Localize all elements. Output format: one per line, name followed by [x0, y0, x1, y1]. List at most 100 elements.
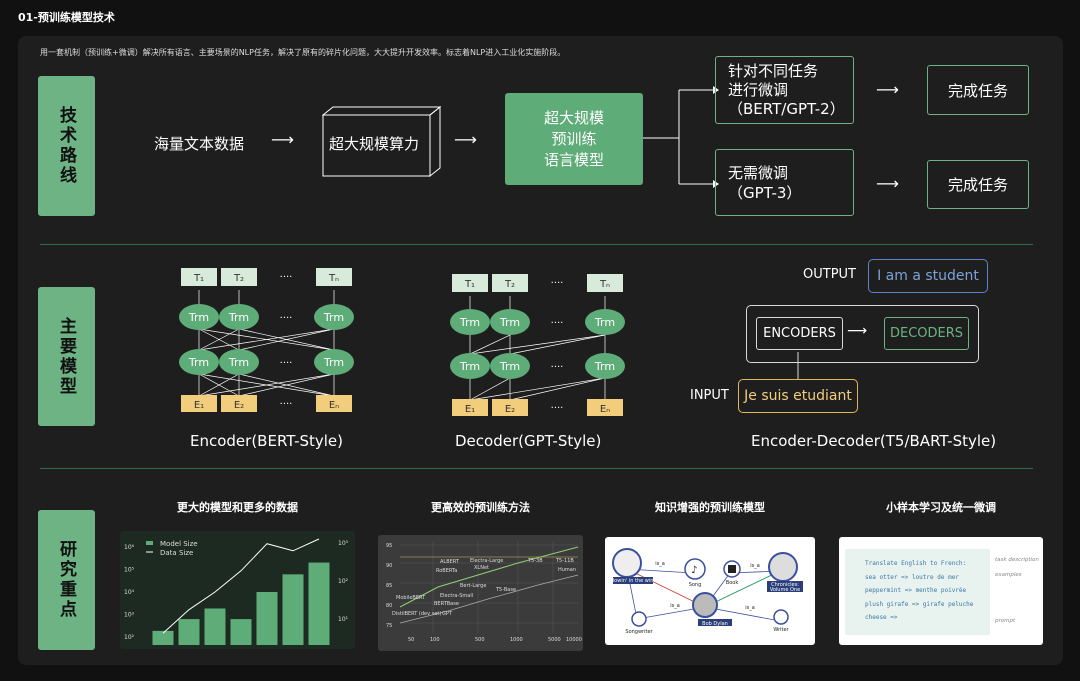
section-tab-research-focus: 研究重点 [38, 510, 95, 650]
svg-text:E₁: E₁ [194, 400, 204, 411]
route-arrow-4: ⟶ [876, 174, 899, 193]
svg-text:ALBERT: ALBERT [440, 559, 460, 565]
chart-y-tick: 10³ [124, 612, 135, 619]
svg-text:····: ···· [280, 399, 293, 410]
no-finetune-box: 无需微调 （GPT-3） [715, 149, 854, 216]
svg-text:5000: 5000 [548, 637, 561, 643]
svg-text:Trm: Trm [459, 360, 480, 373]
input-connector [797, 352, 799, 380]
svg-text:Trm: Trm [323, 356, 344, 369]
encdec-arrow: ⟶ [847, 323, 868, 339]
svg-text:Bert-Large: Bert-Large [460, 583, 486, 589]
chart-bar [282, 574, 304, 645]
route-compute-label: 超大规模算力 [329, 135, 420, 153]
chart-bar [308, 562, 330, 645]
divider-2 [40, 468, 1033, 469]
research-title-4: 小样本学习及统一微调 [886, 501, 996, 514]
prompt-thumb: Translate English to French: sea otter =… [839, 537, 1043, 645]
svg-text:Human: Human [558, 567, 576, 573]
prompt-line: Translate English to French: [865, 560, 967, 567]
svg-text:T₂: T₂ [233, 273, 244, 284]
svg-text:RoBERTa: RoBERTa [436, 568, 457, 574]
svg-text:Trm: Trm [499, 360, 520, 373]
svg-text:Electra-Small: Electra-Small [440, 593, 473, 599]
svg-text:····: ···· [551, 362, 564, 373]
svg-text:····: ···· [551, 278, 564, 289]
svg-text:T₂: T₂ [504, 279, 515, 290]
svg-text:500: 500 [475, 637, 485, 643]
decoders-box: DECODERS [884, 317, 969, 350]
svg-text:Eₙ: Eₙ [329, 400, 339, 411]
legend-model-size: Model Size [160, 540, 198, 548]
svg-text:100: 100 [430, 637, 440, 643]
intro-text: 用一套机制（预训练+微调）解决所有语言、主要场景的NLP任务，解决了原有的碎片化… [40, 48, 566, 57]
svg-text:Trm: Trm [594, 360, 615, 373]
chart-y-tick: 10⁶ [124, 544, 135, 551]
svg-text:····: ···· [551, 403, 564, 414]
route-arrow-2: ⟶ [454, 130, 477, 149]
prompt-line: cheese => [865, 614, 898, 621]
svg-text:Trm: Trm [188, 356, 209, 369]
chart-bar [230, 619, 252, 645]
prompt-line: plush girafe => girafe peluche [865, 600, 974, 608]
encoder-caption: Encoder(BERT-Style) [190, 432, 344, 450]
svg-text:BERTBase: BERTBase [434, 601, 459, 607]
svg-text:Trm: Trm [228, 311, 249, 324]
knowledge-graph-thumb: ♪ Song Book Songwriter Writer Blowin' in th… [605, 537, 815, 645]
decoder-caption: Decoder(GPT-Style) [455, 432, 602, 450]
svg-text:Volume One: Volume One [770, 587, 800, 593]
svg-text:Trm: Trm [459, 316, 480, 329]
output-text-box: I am a student [868, 259, 988, 293]
svg-text:Tₙ: Tₙ [328, 273, 339, 284]
svg-text:is_a: is_a [750, 563, 760, 569]
svg-text:Songwriter: Songwriter [625, 629, 653, 635]
svg-text:E₁: E₁ [465, 404, 475, 415]
svg-text:50: 50 [408, 637, 414, 643]
page-title: 01-预训练模型技术 [18, 11, 115, 24]
research-title-3: 知识增强的预训练模型 [655, 501, 765, 514]
chart-y2-tick: 10³ [338, 540, 349, 547]
svg-text:XLNet: XLNet [474, 565, 489, 571]
encdec-caption: Encoder-Decoder(T5/BART-Style) [751, 432, 997, 450]
prompt-lines: Translate English to French: sea otter =… [865, 557, 973, 625]
svg-text:····: ···· [280, 358, 293, 369]
svg-text:Blowin' in the wind: Blowin' in the wind [609, 578, 656, 584]
svg-text:Book: Book [726, 580, 739, 586]
chart-bar [178, 619, 200, 645]
svg-text:Trm: Trm [323, 311, 344, 324]
svg-text:♪: ♪ [691, 565, 697, 576]
prompt-line: peppermint => menthe poivrée [865, 587, 967, 594]
efficiency-chart-thumb: 90 85 80 75 95 50 100 500 1000 5000 10000 ALBERT E… [378, 535, 583, 651]
decoder-diagram: T₁ T₂ Tₙ Trm Trm Trm Trm Trm Trm E₁ E₂ Eₙ ····… [450, 274, 625, 416]
section-tab-main-models: 主要模型 [38, 287, 95, 426]
branch-connector [643, 86, 719, 188]
note-prompt: prompt [995, 618, 1016, 624]
research-title-2: 更高效的预训练方法 [431, 501, 530, 514]
svg-text:Trm: Trm [228, 356, 249, 369]
svg-text:Writer: Writer [773, 627, 789, 633]
svg-text:Eₙ: Eₙ [600, 404, 610, 415]
svg-text:Electra-Large: Electra-Large [470, 558, 503, 564]
chart-y-tick: 10⁵ [124, 567, 135, 574]
svg-text:is_a: is_a [745, 605, 755, 611]
chart-bar [204, 608, 226, 645]
svg-text:GPT: GPT [442, 611, 453, 617]
svg-text:····: ···· [280, 272, 293, 283]
svg-text:E₂: E₂ [234, 400, 244, 411]
svg-text:····: ···· [551, 318, 564, 329]
chart-y-tick: 10⁴ [124, 589, 135, 596]
svg-text:DistilBERT (dev set): DistilBERT (dev set) [392, 611, 441, 617]
knowledge-graph-svg: ♪ Song Book Songwriter Writer Blowin' in th… [609, 548, 803, 635]
svg-text:T₁: T₁ [193, 273, 204, 284]
output-label: OUTPUT [803, 267, 856, 282]
svg-text:····: ···· [280, 313, 293, 324]
note-task-description: task description [995, 557, 1039, 563]
svg-text:80: 80 [386, 603, 392, 609]
encoders-box: ENCODERS [756, 317, 843, 350]
svg-text:Tₙ: Tₙ [599, 279, 610, 290]
finetune-box: 针对不同任务 进行微调 （BERT/GPT-2） [715, 56, 854, 124]
svg-text:E₂: E₂ [505, 404, 515, 415]
chart-y2-tick: 10² [338, 578, 349, 585]
svg-text:95: 95 [386, 543, 392, 549]
task-done-box-1: 完成任务 [927, 65, 1029, 115]
